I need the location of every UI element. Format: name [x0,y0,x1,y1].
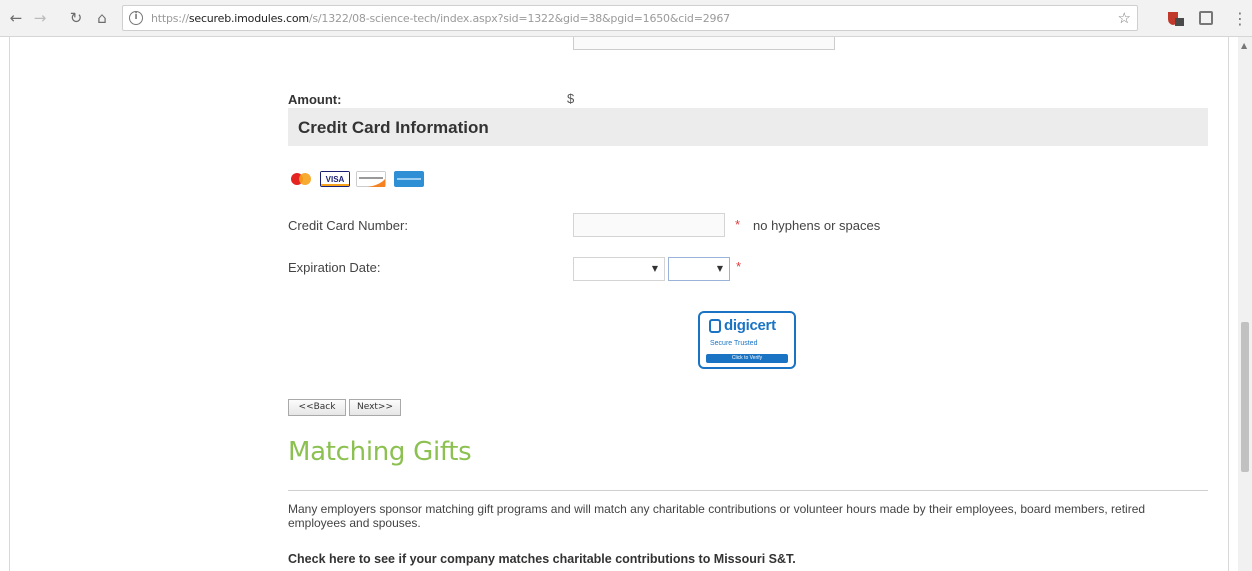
extension-shield-icon[interactable] [1166,10,1184,26]
digicert-brand: digicert [724,317,776,334]
divider [288,490,1208,491]
digicert-subtitle: Secure Trusted [710,340,758,347]
next-button[interactable]: Next>> [349,399,401,416]
page-border-right [1228,37,1229,571]
cc-number-input[interactable] [573,213,725,237]
digicert-verify-bar[interactable]: Click to Verify [706,354,788,363]
digicert-seal[interactable]: digicert Secure Trusted Click to Verify [698,311,796,369]
scroll-up-arrow-icon[interactable]: ▲ [1241,41,1247,50]
scrollbar-thumb[interactable] [1241,322,1249,472]
extension-square-icon[interactable] [1199,11,1213,25]
page-border-left [9,37,10,571]
matching-gifts-title: Matching Gifts [288,437,472,467]
country-select-partial[interactable] [573,37,835,50]
expiration-label: Expiration Date: [288,260,381,275]
reload-icon[interactable]: ↻ [66,8,86,28]
info-icon[interactable]: i [129,11,143,25]
exp-year-select[interactable]: ▼ [668,257,730,281]
chevron-down-icon: ▼ [716,264,723,273]
amount-value: $ [567,91,575,106]
mastercard-logo-icon [291,173,311,185]
credit-card-section-header: Credit Card Information [288,108,1208,146]
browser-toolbar: ← → ↻ ⌂ i https://secureb.imodules.com/s… [0,0,1252,37]
back-arrow-icon[interactable]: ← [6,8,26,28]
bookmark-star-icon[interactable]: ☆ [1118,9,1131,27]
svg-text:VISA: VISA [326,175,345,184]
scrollbar[interactable] [1238,37,1252,571]
home-icon[interactable]: ⌂ [92,8,112,28]
digicert-mark-icon [709,319,721,333]
menu-dots-icon[interactable]: ⋮ [1232,9,1248,28]
required-marker: * [735,217,741,232]
amex-logo-icon [394,171,424,187]
cc-number-label: Credit Card Number: [288,218,408,233]
discover-logo-icon [356,171,386,187]
required-marker: * [736,259,742,274]
matching-gifts-paragraph: Many employers sponsor matching gift pro… [288,502,1146,530]
visa-logo-icon: VISA [320,171,350,187]
digicert-verify-text: Click to Verify [731,355,763,361]
url-text: https://secureb.imodules.com/s/1322/08-s… [151,12,730,25]
cc-number-hint: no hyphens or spaces [753,218,881,233]
back-button[interactable]: <<Back [288,399,346,416]
card-logos: VISA [290,171,430,187]
exp-month-select[interactable]: ▼ [573,257,665,281]
address-bar[interactable]: i https://secureb.imodules.com/s/1322/08… [122,5,1138,31]
chevron-down-icon: ▼ [651,264,658,273]
matching-gifts-cta: Check here to see if your company matche… [288,552,796,566]
amount-label: Amount: [288,92,342,107]
section-title: Credit Card Information [298,118,489,137]
forward-arrow-icon[interactable]: → [30,8,50,28]
